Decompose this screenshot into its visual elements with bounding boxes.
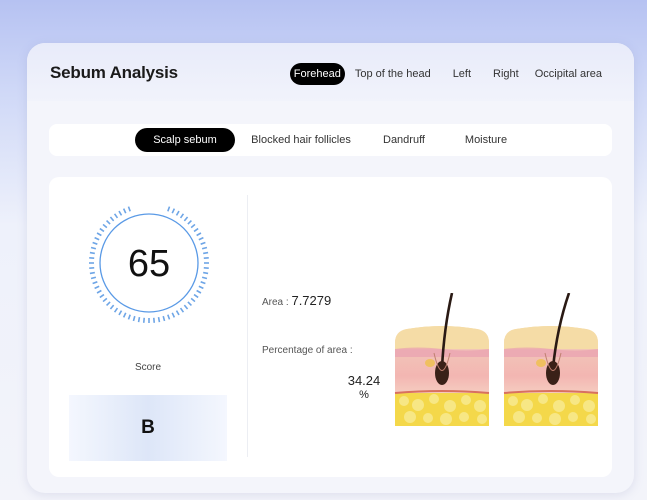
tab-dandruff[interactable]: Dandruff [379,128,429,152]
gauge-tick [96,232,102,237]
tab-left[interactable]: Left [447,63,477,85]
gauge-tick [132,315,136,322]
gauge-tick [179,307,185,313]
gauge-tick [198,236,204,241]
area-label: Area : [262,297,289,308]
score-label: Score [134,362,162,373]
gauge-tick [113,213,119,219]
grade-value: B [141,417,155,438]
gauge-tick [183,304,189,310]
gauge-tick [109,304,115,310]
analysis-content: 65 Score B Area : 7.7279 Percentage of a… [49,177,612,477]
tab-top-of-head[interactable]: Top of the head [349,63,437,85]
tab-right[interactable]: Right [487,63,525,85]
sebum-analysis-panel: Sebum Analysis Forehead Top of the head … [27,43,634,493]
gauge-tick [193,227,199,233]
region-tabs: Forehead Top of the head Left Right Occi… [286,63,608,85]
tab-occipital-area[interactable]: Occipital area [529,63,608,85]
gauge-tick [122,208,127,214]
gauge-tick [127,314,131,320]
page-title: Sebum Analysis [50,63,178,82]
tab-blocked-hair-follicles[interactable]: Blocked hair follicles [249,128,353,152]
gauge-tick [113,307,119,313]
gauge-tick [118,310,123,316]
gauge-tick [106,220,111,225]
gauge-tick [171,208,176,214]
gauge-tick [109,216,115,222]
gauge-tick [167,314,171,320]
grade-box: B [69,395,227,461]
gauge-tick [167,206,171,212]
gauge-tick [196,232,202,237]
percentage-unit: % [359,389,369,401]
gauge-tick [127,206,131,212]
gauge-tick [94,236,100,241]
gauge-tick [171,312,176,318]
area-row: Area : 7.7279 [262,293,331,308]
percentage-label: Percentage of area : [262,345,353,356]
skin-cross-section-illustration [394,293,490,426]
gauge-tick [175,210,180,216]
gauge-tick [122,312,127,318]
skin-cross-section-illustration-2 [503,293,599,426]
gauge-tick [102,223,108,229]
tab-moisture[interactable]: Moisture [459,128,513,152]
gauge-tick [99,293,105,299]
gauge-tick [183,216,189,222]
gauge-tick [179,213,185,219]
gauge-tick [198,285,204,290]
gauge-tick [118,210,123,216]
gauge-tick [196,289,202,294]
gauge-tick [106,301,111,306]
gauge-tick [157,317,161,323]
gauge-tick [99,227,105,233]
tab-scalp-sebum[interactable]: Scalp sebum [135,128,235,152]
gauge-tick [187,220,192,225]
gauge-tick [190,223,196,229]
metric-tabs: Scalp sebum Blocked hair follicles Dandr… [49,124,612,156]
gauge-tick [193,293,199,299]
gauge-tick [137,317,141,323]
score-value: 65 [127,243,171,285]
gauge-tick [187,301,192,306]
percentage-value: 34.24 [347,373,381,388]
gauge-tick [190,297,196,303]
gauge-tick [162,315,166,322]
percentage-value-block: 34.24 % [346,374,382,402]
gauge-tick [102,297,108,303]
gauge-tick [94,285,100,290]
tab-forehead[interactable]: Forehead [289,63,345,85]
divider [247,195,248,457]
panel-header: Sebum Analysis Forehead Top of the head … [27,43,634,101]
area-value: 7.7279 [291,293,332,308]
gauge-tick [96,289,102,294]
gauge-tick [175,310,180,316]
